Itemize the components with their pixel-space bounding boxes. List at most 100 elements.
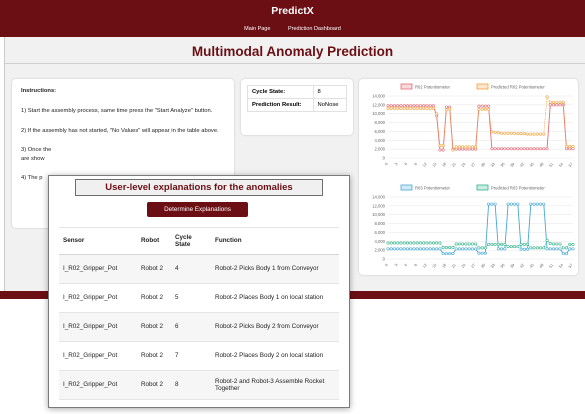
data-point[interactable] xyxy=(399,104,403,108)
data-point[interactable] xyxy=(535,147,539,151)
data-point[interactable] xyxy=(522,242,526,246)
data-point[interactable] xyxy=(467,247,471,251)
data-point[interactable] xyxy=(526,247,530,251)
data-point[interactable] xyxy=(431,247,435,251)
data-point[interactable] xyxy=(500,247,504,251)
data-point[interactable] xyxy=(477,251,481,255)
data-point[interactable] xyxy=(461,242,465,246)
data-point[interactable] xyxy=(396,106,400,110)
data-point[interactable] xyxy=(487,107,491,111)
brand-logo[interactable]: PredictX xyxy=(0,5,585,17)
legend-swatch[interactable] xyxy=(476,184,489,191)
data-point[interactable] xyxy=(392,241,396,245)
data-point[interactable] xyxy=(428,106,432,110)
data-point[interactable] xyxy=(386,241,390,245)
data-point[interactable] xyxy=(519,242,523,246)
data-point[interactable] xyxy=(422,247,426,251)
data-point[interactable] xyxy=(493,202,497,206)
data-point[interactable] xyxy=(392,106,396,110)
data-point[interactable] xyxy=(555,242,559,246)
data-point[interactable] xyxy=(464,247,468,251)
data-point[interactable] xyxy=(506,147,510,151)
data-point[interactable] xyxy=(513,147,517,151)
data-point[interactable] xyxy=(418,247,422,251)
data-point[interactable] xyxy=(415,247,419,251)
data-point[interactable] xyxy=(513,202,517,206)
data-point[interactable] xyxy=(535,246,539,250)
data-point[interactable] xyxy=(386,104,390,108)
data-point[interactable] xyxy=(415,104,419,108)
data-point[interactable] xyxy=(490,202,494,206)
data-point[interactable] xyxy=(396,104,400,108)
data-point[interactable] xyxy=(431,106,435,110)
data-point[interactable] xyxy=(545,238,549,242)
data-point[interactable] xyxy=(483,107,487,111)
data-point[interactable] xyxy=(412,104,416,108)
data-point[interactable] xyxy=(506,202,510,206)
data-point[interactable] xyxy=(451,148,455,152)
nav-main-page[interactable]: Main Page xyxy=(244,26,270,32)
data-point[interactable] xyxy=(529,246,533,250)
data-point[interactable] xyxy=(545,247,549,251)
data-point[interactable] xyxy=(529,147,533,151)
data-point[interactable] xyxy=(389,247,393,251)
nav-prediction-dashboard[interactable]: Prediction Dashboard xyxy=(288,26,341,32)
data-point[interactable] xyxy=(555,100,559,104)
data-point[interactable] xyxy=(457,145,461,149)
data-point[interactable] xyxy=(386,247,390,251)
data-point[interactable] xyxy=(428,104,432,108)
data-point[interactable] xyxy=(399,241,403,245)
data-point[interactable] xyxy=(418,106,422,110)
data-point[interactable] xyxy=(552,242,556,246)
data-point[interactable] xyxy=(438,144,442,148)
data-point[interactable] xyxy=(529,132,533,136)
data-point[interactable] xyxy=(392,104,396,108)
data-point[interactable] xyxy=(428,241,432,245)
data-point[interactable] xyxy=(487,242,491,246)
data-point[interactable] xyxy=(457,242,461,246)
data-point[interactable] xyxy=(513,131,517,135)
data-point[interactable] xyxy=(500,147,504,151)
data-point[interactable] xyxy=(438,247,442,251)
data-point[interactable] xyxy=(399,247,403,251)
data-point[interactable] xyxy=(516,132,520,136)
data-point[interactable] xyxy=(503,131,507,135)
data-point[interactable] xyxy=(448,252,452,256)
data-point[interactable] xyxy=(548,241,552,245)
data-point[interactable] xyxy=(558,242,562,246)
data-point[interactable] xyxy=(483,246,487,250)
data-point[interactable] xyxy=(409,247,413,251)
data-point[interactable] xyxy=(483,104,487,108)
data-point[interactable] xyxy=(386,106,390,110)
data-point[interactable] xyxy=(519,247,523,251)
data-point[interactable] xyxy=(532,132,536,136)
data-point[interactable] xyxy=(568,242,572,246)
data-point[interactable] xyxy=(409,106,413,110)
data-point[interactable] xyxy=(552,100,556,104)
data-point[interactable] xyxy=(474,242,478,246)
data-point[interactable] xyxy=(474,145,478,149)
data-point[interactable] xyxy=(438,241,442,245)
data-point[interactable] xyxy=(425,106,429,110)
data-point[interactable] xyxy=(496,247,500,251)
data-point[interactable] xyxy=(522,247,526,251)
data-point[interactable] xyxy=(461,145,465,149)
data-point[interactable] xyxy=(542,246,546,250)
data-point[interactable] xyxy=(464,242,468,246)
data-point[interactable] xyxy=(467,145,471,149)
data-point[interactable] xyxy=(412,247,416,251)
data-point[interactable] xyxy=(435,247,439,251)
data-point[interactable] xyxy=(558,247,562,251)
data-point[interactable] xyxy=(435,112,439,116)
data-point[interactable] xyxy=(425,247,429,251)
data-point[interactable] xyxy=(526,242,530,246)
data-point[interactable] xyxy=(539,132,543,136)
data-point[interactable] xyxy=(568,247,572,251)
data-point[interactable] xyxy=(470,145,474,149)
data-point[interactable] xyxy=(418,241,422,245)
data-point[interactable] xyxy=(490,147,494,151)
data-point[interactable] xyxy=(503,242,507,246)
data-point[interactable] xyxy=(500,242,504,246)
data-point[interactable] xyxy=(558,100,562,104)
data-point[interactable] xyxy=(516,202,520,206)
